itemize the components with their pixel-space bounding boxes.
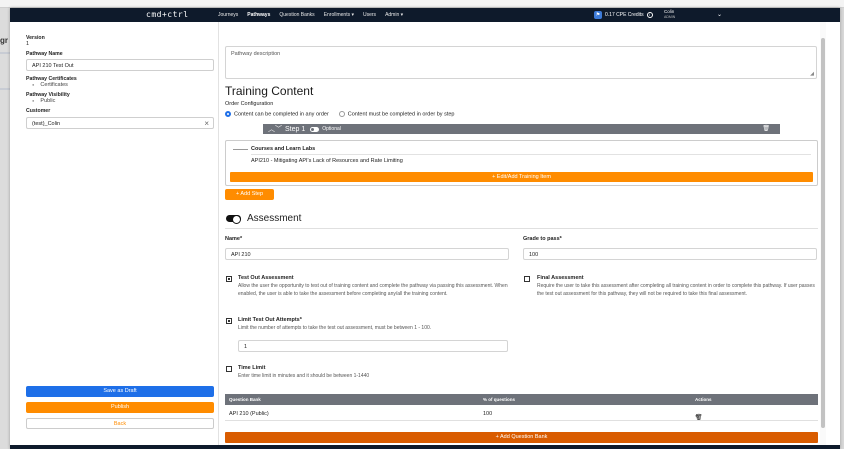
trash-icon[interactable]: 🗑 (762, 125, 770, 132)
table-row: API 210 (Public) 100 ✎ 🗑 (225, 407, 818, 421)
testout-desc: Allow the user the opportunity to test o… (238, 283, 508, 297)
add-question-bank-button[interactable]: + Add Question Bank (225, 432, 818, 443)
credits-text: 0.17 CPE Credits (605, 12, 644, 18)
step-label: Step 1 (285, 125, 306, 133)
course-item[interactable]: API210 - Mitigating API's Lack of Resour… (251, 158, 403, 164)
resize-grip-icon[interactable]: ◢ (810, 71, 814, 77)
customer-label: Customer (26, 108, 51, 114)
optional-toggle[interactable] (310, 126, 320, 132)
grade-label: Grade to pass* (523, 236, 562, 242)
order-any-label: Content can be completed in any order (234, 111, 329, 118)
limit-attempts-input[interactable]: 1 (238, 340, 508, 352)
certificates-option[interactable]: Certificates (32, 82, 212, 88)
qb-col-bank: Question Bank (229, 397, 261, 402)
publish-button[interactable]: Publish (26, 402, 214, 413)
customer-value: (test)_Colin (32, 121, 61, 127)
assessment-toggle[interactable] (226, 215, 241, 224)
qb-percent-cell: 100 (483, 411, 493, 417)
time-limit-title: Time Limit (238, 365, 266, 371)
qb-col-actions: Actions (695, 397, 712, 402)
back-button[interactable]: Back (26, 418, 214, 429)
bottom-bar (10, 445, 840, 449)
limit-desc: Limit the number of attempts to take the… (238, 325, 432, 331)
logo[interactable]: cmd+ctrl (146, 10, 189, 19)
nav-pathways[interactable]: Pathways (247, 12, 270, 18)
background-window (0, 8, 10, 449)
main-content: Pathway description ◢ Training Content O… (225, 22, 818, 449)
nav-enrollments[interactable]: Enrollments ▾ (324, 12, 354, 18)
info-icon[interactable]: i (646, 12, 653, 18)
user-role: ADMIN (664, 14, 676, 19)
radio-selected-icon[interactable] (225, 111, 231, 117)
trash-icon[interactable]: 🗑 (695, 414, 703, 421)
edit-training-button[interactable]: + Edit/Add Training Item (230, 172, 813, 182)
nav-links: Journeys Pathways Question Banks Enrollm… (218, 12, 403, 18)
customer-select[interactable]: (test)_Colin × (26, 117, 214, 129)
sidebar: Version 1 Pathway Name API 210 Test Out … (10, 22, 219, 449)
pathway-name-label: Pathway Name (26, 51, 63, 57)
save-draft-button[interactable]: Save as Draft (26, 386, 214, 397)
assessment-name-label: Name* (225, 236, 243, 242)
user-menu[interactable]: Colin ADMIN (664, 9, 675, 20)
nav-users[interactable]: Users (363, 12, 376, 18)
testout-title: Test Out Assessment (238, 275, 294, 281)
time-limit-checkbox[interactable] (226, 366, 232, 372)
limit-title: Limit Test Out Attempts* (238, 317, 302, 323)
add-step-button[interactable]: + Add Step (225, 189, 274, 200)
scrollbar-thumb[interactable] (821, 38, 825, 428)
qb-table-header: Question Bank % of questions Actions (225, 394, 818, 405)
user-name: Colin (664, 9, 675, 14)
description-placeholder: Pathway description (231, 51, 281, 57)
description-textarea[interactable]: Pathway description ◢ (225, 46, 817, 79)
chevron-up-down-icon[interactable]: ︿﹀ (268, 124, 282, 134)
credits-icon: ⚑ (594, 11, 602, 19)
background-window-edge (840, 8, 844, 449)
final-title: Final Assessment (537, 275, 584, 281)
qb-bank-cell: API 210 (Public) (229, 411, 269, 417)
chevron-down-icon[interactable]: ⌄ (717, 11, 722, 18)
qb-col-percent: % of questions (483, 397, 516, 402)
courses-box: Courses and Learn Labs API210 - Mitigati… (225, 140, 818, 186)
limit-checkbox[interactable] (226, 318, 232, 324)
cpe-credits[interactable]: ⚑ 0.17 CPE Credits i (594, 11, 653, 19)
assessment-header: Assessment (226, 213, 301, 224)
nav-journeys[interactable]: Journeys (218, 12, 238, 18)
version-value: 1 (26, 41, 30, 47)
courses-title: Courses and Learn Labs (251, 146, 316, 152)
order-any-option[interactable]: Content can be completed in any order (225, 111, 329, 117)
order-step-label: Content must be completed in order by st… (347, 111, 455, 118)
assessment-name-input[interactable]: API 210 (225, 248, 509, 260)
grade-input[interactable]: 100 (523, 248, 817, 260)
app-window: cmd+ctrl Journeys Pathways Question Bank… (10, 8, 840, 449)
divider (233, 149, 248, 150)
visibility-option[interactable]: Public (32, 98, 212, 104)
divider (225, 228, 818, 229)
background-window-text: gr (0, 36, 8, 45)
final-checkbox[interactable] (524, 276, 530, 282)
top-navbar: cmd+ctrl Journeys Pathways Question Bank… (10, 8, 840, 22)
background-window-titlebar (0, 0, 844, 8)
radio-icon[interactable] (338, 111, 345, 117)
testout-checkbox[interactable] (226, 276, 232, 282)
background-window-line (0, 52, 10, 54)
close-icon[interactable]: × (204, 119, 209, 128)
nav-admin[interactable]: Admin ▾ (385, 12, 403, 18)
nav-question-banks[interactable]: Question Banks (279, 12, 314, 18)
step-header[interactable]: ︿﹀ Step 1 Optional 🗑 (263, 124, 780, 134)
order-step-option[interactable]: Content must be completed in order by st… (338, 111, 455, 118)
divider (251, 154, 811, 155)
order-config-label: Order Configuration (225, 101, 274, 107)
training-content-title: Training Content (225, 84, 314, 98)
pathway-name-input[interactable]: API 210 Test Out (26, 59, 214, 71)
final-desc: Require the user to take this assessment… (537, 283, 815, 297)
optional-label: Optional (322, 126, 341, 132)
assessment-title: Assessment (247, 213, 302, 224)
background-window-line (0, 88, 10, 90)
time-limit-desc: Enter time limit in minutes and it shoul… (238, 373, 370, 379)
order-config-options: Content can be completed in any order Co… (225, 111, 454, 117)
